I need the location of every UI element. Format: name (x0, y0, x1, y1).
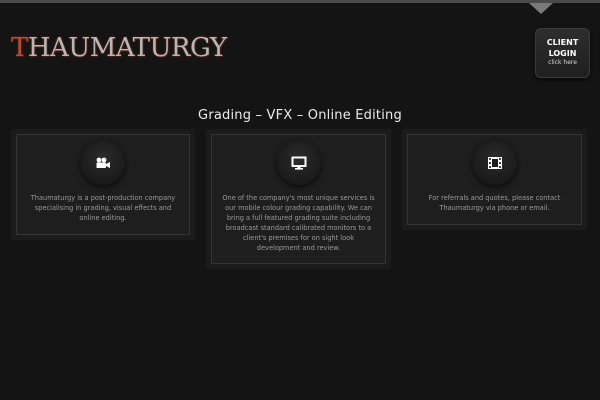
top-bar (0, 0, 600, 3)
card-inner: Thaumaturgy is a post-production company… (16, 134, 190, 235)
client-login-button[interactable]: CLIENT LOGIN click here (535, 28, 590, 78)
card-text: One of the company's most unique service… (222, 194, 375, 252)
card-inner: For referrals and quotes, please contact… (407, 134, 582, 225)
card-referrals: For referrals and quotes, please contact… (402, 129, 587, 230)
film-strip-icon (472, 141, 517, 185)
monitor-icon (276, 141, 321, 185)
card-post-production: Thaumaturgy is a post-production company… (11, 129, 195, 240)
logo[interactable]: THAUMATURGY (11, 31, 227, 65)
page: THAUMATURGY CLIENT LOGIN click here Grad… (0, 0, 600, 400)
card-inner: One of the company's most unique service… (211, 134, 386, 264)
tagline: Grading – VFX – Online Editing (198, 108, 402, 123)
client-login-line2: LOGIN (548, 49, 577, 58)
video-camera-icon (81, 141, 125, 185)
card-text: For referrals and quotes, please contact… (428, 194, 561, 212)
card-mobile-grading: One of the company's most unique service… (206, 129, 391, 269)
card-text: Thaumaturgy is a post-production company… (30, 194, 176, 222)
client-login-line1: CLIENT (546, 38, 579, 47)
client-login-line3: click here (548, 59, 577, 66)
top-dropdown-tab[interactable] (529, 3, 553, 14)
